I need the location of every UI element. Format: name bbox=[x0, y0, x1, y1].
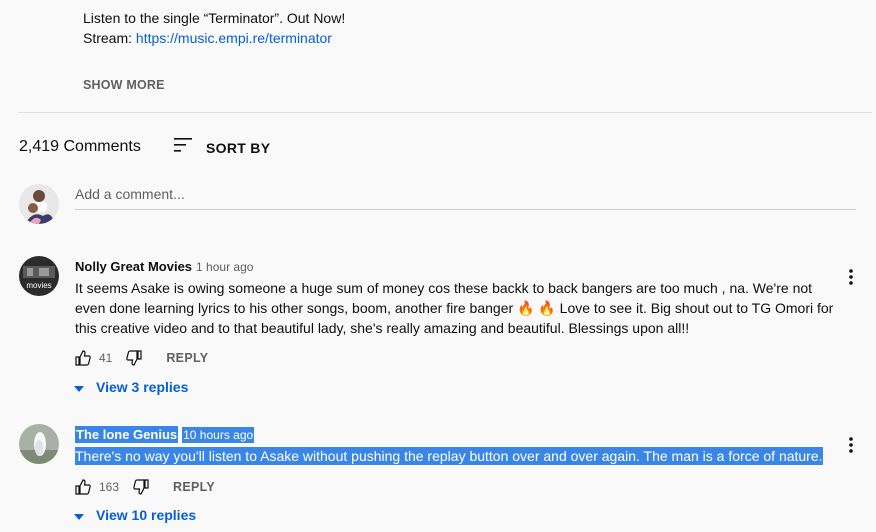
comment-author[interactable]: Nolly Great Movies bbox=[75, 259, 192, 274]
stream-link[interactable]: https://music.empi.re/terminator bbox=[136, 30, 332, 46]
chevron-down-icon bbox=[74, 379, 84, 395]
user-avatar bbox=[19, 184, 59, 224]
sort-by-button[interactable]: SORT BY bbox=[174, 136, 270, 159]
like-icon[interactable] bbox=[75, 479, 91, 495]
comment-header: The lone Genius 10 hours ago bbox=[75, 426, 255, 444]
commenter-avatar[interactable] bbox=[19, 424, 59, 464]
commenter-avatar[interactable]: movies bbox=[19, 256, 59, 296]
avatar-text: movies bbox=[26, 281, 51, 290]
view-replies-button[interactable]: View 3 replies bbox=[74, 379, 188, 395]
view-replies-label: View 10 replies bbox=[96, 507, 197, 523]
like-count: 41 bbox=[99, 351, 113, 365]
comment-header: Nolly Great Movies 1 hour ago bbox=[75, 258, 253, 276]
show-more-button[interactable]: SHOW MORE bbox=[83, 78, 165, 92]
add-comment-input[interactable]: Add a comment... bbox=[75, 186, 185, 202]
reply-button[interactable]: REPLY bbox=[173, 480, 215, 494]
sort-by-label: SORT BY bbox=[206, 139, 271, 156]
view-replies-button[interactable]: View 10 replies bbox=[74, 507, 196, 523]
like-count: 163 bbox=[99, 480, 120, 494]
comment-time[interactable]: 10 hours ago bbox=[182, 427, 255, 443]
stream-label: Stream: bbox=[83, 30, 136, 46]
comment-text-highlighted: There's no way you'll listen to Asake wi… bbox=[75, 447, 823, 465]
dislike-icon[interactable] bbox=[133, 479, 149, 495]
comment-actions: 163 REPLY bbox=[75, 479, 215, 495]
comment-menu-icon[interactable] bbox=[841, 267, 861, 287]
comments-count: 2,419 Comments bbox=[19, 138, 141, 155]
chevron-down-icon bbox=[74, 507, 84, 523]
comment-text: There's no way you'll listen to Asake wi… bbox=[75, 446, 835, 466]
description-stream: Stream: https://music.empi.re/terminator bbox=[83, 28, 332, 48]
dislike-icon[interactable] bbox=[126, 350, 142, 366]
view-replies-label: View 3 replies bbox=[96, 379, 189, 395]
comment-author[interactable]: The lone Genius bbox=[75, 426, 179, 443]
comment-menu-icon[interactable] bbox=[841, 435, 861, 455]
add-comment-underline bbox=[75, 209, 856, 210]
description-line: Listen to the single “Terminator”. Out N… bbox=[83, 10, 346, 26]
reply-button[interactable]: REPLY bbox=[166, 351, 208, 365]
sort-icon bbox=[174, 136, 194, 159]
comment-time[interactable]: 1 hour ago bbox=[196, 260, 253, 274]
comment-text: It seems Asake is owing someone a huge s… bbox=[75, 280, 834, 336]
like-icon[interactable] bbox=[75, 350, 91, 366]
comment-actions: 41 REPLY bbox=[75, 350, 208, 366]
section-divider bbox=[18, 112, 872, 113]
